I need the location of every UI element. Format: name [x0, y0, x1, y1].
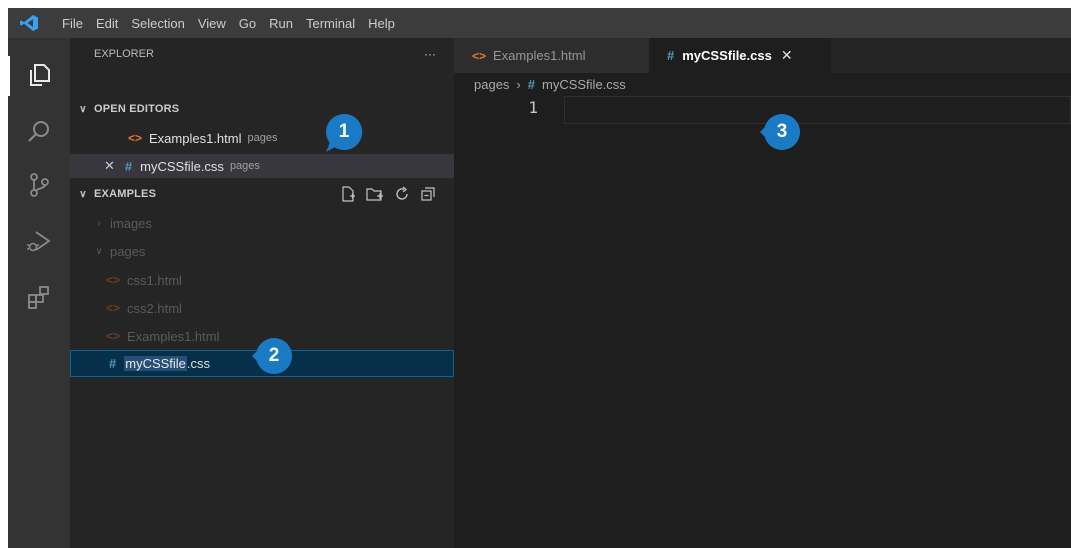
callout-number: 2	[268, 345, 280, 366]
menu-bar: File Edit Selection View Go Run Terminal…	[8, 8, 1071, 38]
breadcrumb: pages › # myCSSfile.css	[454, 73, 1071, 95]
refresh-icon[interactable]	[394, 186, 410, 202]
tree-file[interactable]: <> css2.html	[70, 296, 454, 320]
menu-view[interactable]: View	[198, 16, 226, 31]
html-file-icon: <>	[472, 48, 487, 63]
tree-file[interactable]: <> css1.html	[70, 268, 454, 292]
breadcrumb-file[interactable]: myCSSfile.css	[542, 77, 626, 92]
open-editor-item-active[interactable]: ✕ # myCSSfile.css pages	[70, 154, 454, 178]
tree-item-label: css1.html	[127, 272, 182, 288]
menu-terminal[interactable]: Terminal	[306, 16, 355, 31]
tab-label: Examples1.html	[493, 48, 586, 63]
chevron-down-icon: ∨	[79, 188, 87, 200]
css-file-icon: #	[667, 48, 675, 63]
menu-edit[interactable]: Edit	[96, 16, 118, 31]
tab-examples1[interactable]: <> Examples1.html	[454, 38, 649, 73]
callout-badge-1: 1	[326, 112, 366, 152]
open-editors-label: OPEN EDITORS	[94, 103, 180, 115]
close-icon[interactable]: ✕	[781, 47, 793, 64]
callout-badge-2: 2	[252, 336, 292, 376]
breadcrumb-separator: ›	[516, 76, 521, 92]
new-folder-icon[interactable]	[366, 186, 384, 202]
callout-badge-3: 3	[760, 112, 800, 152]
open-editor-item[interactable]: <> Examples1.html pages	[70, 126, 454, 150]
open-editor-folder-hint: pages	[247, 132, 278, 144]
tab-bar: <> Examples1.html # myCSSfile.css ✕	[454, 38, 1071, 73]
vscode-window: File Edit Selection View Go Run Terminal…	[8, 8, 1071, 548]
open-editor-name: myCSSfile.css	[140, 158, 224, 174]
tree-item-label: css2.html	[127, 300, 182, 316]
more-actions-icon[interactable]: ···	[424, 47, 436, 61]
extensions-icon[interactable]	[26, 284, 52, 310]
callout-number: 3	[776, 121, 788, 142]
tree-item-label: pages	[110, 243, 146, 259]
open-editor-folder-hint: pages	[229, 160, 260, 172]
chevron-down-icon: ∨	[95, 245, 103, 257]
vscode-logo-icon	[20, 15, 38, 31]
rename-extension-text: .css	[186, 356, 211, 371]
css-file-icon: #	[109, 356, 117, 371]
callout-number: 1	[338, 121, 350, 142]
activity-bar	[8, 38, 70, 548]
close-icon[interactable]: ✕	[104, 158, 115, 174]
source-control-icon[interactable]	[26, 172, 52, 198]
active-indicator	[8, 56, 10, 96]
tab-label: myCSSfile.css	[682, 48, 772, 63]
explorer-icon[interactable]	[26, 62, 52, 88]
explorer-header: EXPLORER ···	[70, 42, 454, 66]
chevron-down-icon: ∨	[79, 103, 87, 115]
line-number: 1	[528, 98, 538, 117]
current-line-highlight[interactable]	[564, 96, 1071, 124]
run-debug-icon[interactable]	[26, 228, 52, 254]
tree-item-label: images	[110, 215, 152, 231]
explorer-title: EXPLORER	[94, 48, 154, 60]
tree-folder-images[interactable]: › images	[70, 211, 454, 235]
open-editor-name: Examples1.html	[149, 130, 242, 146]
menu-go[interactable]: Go	[239, 16, 256, 31]
new-file-icon[interactable]	[340, 186, 356, 202]
search-icon[interactable]	[26, 118, 52, 144]
explorer-sidebar: EXPLORER ··· ∨ OPEN EDITORS <> Examples1…	[70, 38, 454, 548]
menu-selection[interactable]: Selection	[131, 16, 184, 31]
html-file-icon: <>	[106, 329, 121, 343]
tree-item-label: Examples1.html	[127, 328, 220, 344]
html-file-icon: <>	[128, 131, 143, 145]
rename-selected-text: myCSSfile	[124, 356, 187, 371]
open-editors-header[interactable]: ∨ OPEN EDITORS	[70, 97, 454, 121]
chevron-right-icon: ›	[97, 217, 101, 229]
html-file-icon: <>	[106, 301, 121, 315]
tree-folder-pages[interactable]: ∨ pages	[70, 239, 454, 263]
menu-file[interactable]: File	[62, 16, 83, 31]
menu-run[interactable]: Run	[269, 16, 293, 31]
folder-label: EXAMPLES	[94, 188, 157, 200]
menu-help[interactable]: Help	[368, 16, 395, 31]
html-file-icon: <>	[106, 273, 121, 287]
collapse-all-icon[interactable]	[420, 186, 436, 202]
css-file-icon: #	[527, 76, 535, 92]
css-file-icon: #	[124, 158, 133, 174]
breadcrumb-folder[interactable]: pages	[474, 77, 509, 92]
tab-mycssfile[interactable]: # myCSSfile.css ✕	[649, 38, 831, 73]
